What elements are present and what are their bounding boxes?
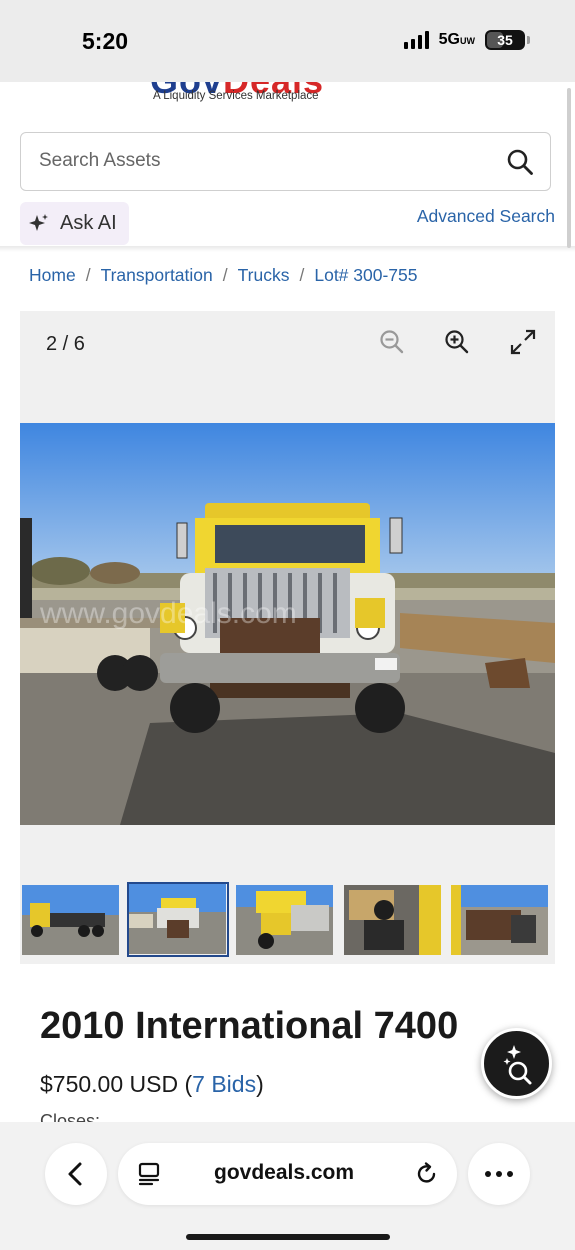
price-line: $750.00 USD (7 Bids): [40, 1071, 264, 1098]
more-button[interactable]: [468, 1143, 530, 1205]
search-input[interactable]: [39, 133, 499, 189]
breadcrumb-separator: /: [85, 265, 91, 285]
ask-ai-label: Ask AI: [60, 212, 117, 234]
photo-watermark: www.govdeals.com: [39, 597, 297, 630]
browser-toolbar: govdeals.com: [0, 1122, 575, 1250]
back-chevron-icon: [68, 1162, 82, 1186]
status-bar: 5:20 5GUW 35: [0, 0, 575, 82]
status-indicators: 5GUW 35: [403, 30, 530, 50]
bids-paren-close: ): [256, 1071, 264, 1097]
tabs-icon[interactable]: [136, 1161, 162, 1187]
search-icon[interactable]: [506, 148, 534, 176]
image-gallery: 2 / 6 www.govdeals.com: [20, 311, 555, 964]
url-text: govdeals.com: [214, 1161, 355, 1184]
network-indicator: 5GUW: [438, 31, 475, 48]
home-indicator: [186, 1234, 390, 1240]
header-divider: [0, 246, 575, 252]
zoom-in-icon[interactable]: [442, 327, 472, 357]
bids-paren-open: (: [184, 1071, 193, 1097]
ask-ai-button[interactable]: Ask AI: [20, 202, 129, 245]
zoom-out-icon[interactable]: [377, 327, 407, 357]
back-button[interactable]: [45, 1143, 107, 1205]
sparkle-search-icon: [503, 1045, 532, 1085]
breadcrumb-separator: /: [299, 265, 305, 285]
listing-title: 2010 International 7400: [40, 1005, 459, 1047]
breadcrumb: Home / Transportation / Trucks / Lot# 30…: [29, 265, 418, 286]
reload-icon[interactable]: [414, 1161, 440, 1187]
ai-search-fab[interactable]: [481, 1028, 552, 1099]
bids-link[interactable]: 7 Bids: [192, 1071, 256, 1097]
breadcrumb-lot[interactable]: Lot# 300-755: [314, 265, 417, 286]
site-tagline: A Liquidity Services Marketplace: [153, 90, 319, 102]
thumbnail-2[interactable]: [127, 882, 229, 957]
battery-level: 35: [497, 32, 513, 48]
thumbnail-1[interactable]: [22, 885, 119, 955]
breadcrumb-home[interactable]: Home: [29, 265, 76, 286]
more-icon: [485, 1171, 513, 1177]
sparkle-icon: [29, 213, 48, 231]
listing-price: $750.00 USD: [40, 1071, 179, 1097]
scroll-indicator: [567, 88, 571, 248]
advanced-search-link[interactable]: Advanced Search: [417, 206, 555, 227]
search-box[interactable]: [20, 132, 551, 191]
breadcrumb-separator: /: [222, 265, 228, 285]
signal-icon: [403, 31, 429, 49]
thumbnail-3[interactable]: [236, 885, 333, 955]
thumbnail-strip: [20, 881, 555, 959]
breadcrumb-transportation[interactable]: Transportation: [101, 265, 213, 286]
address-bar[interactable]: govdeals.com: [118, 1143, 457, 1205]
thumbnail-5[interactable]: [451, 885, 548, 955]
expand-icon[interactable]: [508, 327, 538, 357]
image-counter: 2 / 6: [46, 333, 85, 355]
battery-icon: 35: [485, 30, 530, 50]
status-time: 5:20: [82, 28, 129, 54]
breadcrumb-trucks[interactable]: Trucks: [238, 265, 290, 286]
closes-label-partial: Closes:: [40, 1111, 101, 1122]
thumbnail-4[interactable]: [344, 885, 441, 955]
main-photo[interactable]: www.govdeals.com: [20, 423, 555, 825]
